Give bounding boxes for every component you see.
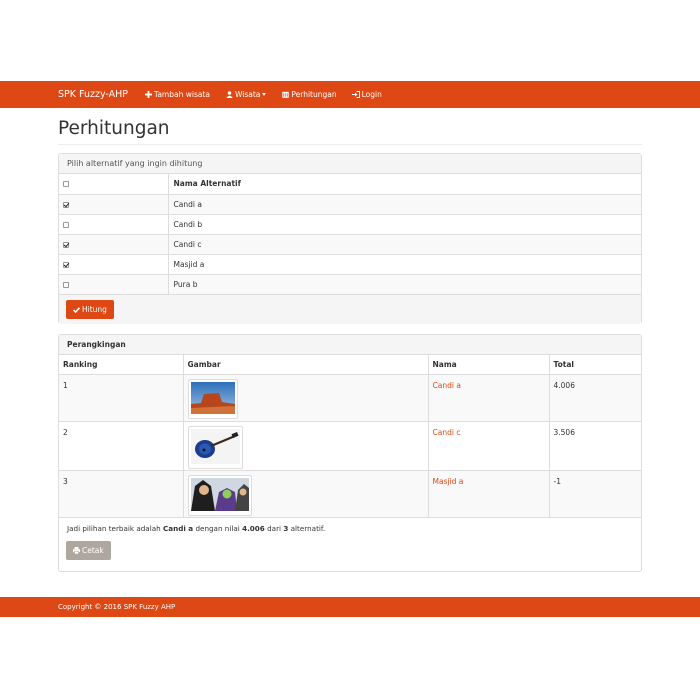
print-icon [73,547,80,554]
ranking-row: 3 Masjid a -1 [59,469,641,517]
total-value: 4.006 [549,373,641,421]
nav-tambah-wisata-label: Tambah wisata [154,90,210,99]
alternatif-name: Candi c [168,233,641,254]
alternatif-checkbox[interactable] [63,281,69,288]
alternatif-header-row: Nama Alternatif [59,174,641,194]
rank-value: 2 [59,420,184,470]
ranking-header-row: Ranking Gambar Nama Total [59,355,641,374]
alternatif-table: Nama Alternatif Candi a Candi b Candi c … [59,174,641,294]
login-icon [351,91,360,99]
check-icon [73,306,80,313]
rank-value: 1 [59,373,184,421]
ranking-table: Ranking Gambar Nama Total 1 Candi a 4.00… [59,355,641,517]
best-value: 4.006 [242,524,265,533]
total-value: 3.506 [549,420,641,470]
desert-mesa-thumbnail [187,378,238,419]
perangkingan-heading: Perangkingan [59,335,641,355]
hitung-button[interactable]: Hitung [66,300,114,319]
user-icon [225,91,233,99]
alternatif-checkbox[interactable] [63,241,69,248]
alternatif-checkbox[interactable] [63,201,69,208]
page-footer: Copyright © 2016 SPK Fuzzy AHP [0,597,700,617]
alternatif-name: Pura b [168,273,641,294]
select-all-checkbox[interactable] [63,181,69,188]
total-value: -1 [549,469,641,517]
nav-login-label: Login [361,90,382,99]
nav-perhitungan[interactable]: Perhitungan [281,90,337,99]
gambar-col-header: Gambar [183,355,429,374]
alternatif-row: Candi a [59,193,641,214]
alternatif-checkbox[interactable] [63,261,69,268]
nav-perhitungan-label: Perhitungan [291,90,337,99]
total-col-header: Total [553,359,575,369]
pilih-alternatif-panel: Pilih alternatif yang ingin dihitung Nam… [58,153,642,324]
pilih-alternatif-heading: Pilih alternatif yang ingin dihitung [59,154,641,174]
alternatif-name: Candi a [168,193,641,214]
rank-value: 3 [59,469,184,517]
nav-tambah-wisata[interactable]: Tambah wisata [144,90,210,99]
blue-guitar-thumbnail [187,425,243,469]
alternatif-row: Candi b [59,213,641,234]
alternatif-row: Candi c [59,233,641,254]
nama-col-header: Nama [428,355,550,374]
brand-link[interactable]: SPK Fuzzy-AHP [58,89,128,100]
top-navbar: SPK Fuzzy-AHP Tambah wisata Wisata Perhi… [0,81,700,108]
alternatif-name: Masjid a [168,253,641,274]
nama-alternatif-header: Nama Alternatif [173,179,241,189]
nama-link[interactable]: Candi a [433,381,461,390]
page-title: Perhitungan [58,118,170,139]
copyright-text: Copyright © 2016 SPK Fuzzy AHP [58,603,176,611]
ranking-row: 1 Candi a 4.006 [59,373,641,421]
pilih-alternatif-footer: Hitung [59,294,641,324]
title-divider [58,144,642,145]
hitung-button-label: Hitung [82,305,107,314]
cetak-button-label: Cetak [82,546,104,555]
nav-wisata-dropdown[interactable]: Wisata [225,90,267,99]
alternatif-row: Masjid a [59,253,641,274]
cetak-button[interactable]: Cetak [66,541,111,560]
calendar-icon [281,91,289,99]
best-alternative: Candi a [162,524,194,533]
nama-link[interactable]: Candi c [433,428,461,437]
nav-login[interactable]: Login [351,90,382,99]
alternative-count: 3 [283,524,289,533]
plus-icon [144,91,152,99]
ranking-col-header: Ranking [59,355,184,374]
anime-characters-thumbnail [187,474,252,516]
nav-wisata-label: Wisata [235,90,261,99]
alternatif-checkbox[interactable] [63,221,69,228]
caret-down-icon [262,93,267,96]
perangkingan-panel: Perangkingan Ranking Gambar Nama Total 1 [58,334,642,572]
alternatif-row: Pura b [59,273,641,294]
ranking-row: 2 Candi c 3.506 [59,420,641,470]
result-summary: Jadi pilihan terbaik adalah Candi a deng… [67,524,326,533]
alternatif-name: Candi b [168,213,641,234]
nama-link[interactable]: Masjid a [433,477,464,486]
